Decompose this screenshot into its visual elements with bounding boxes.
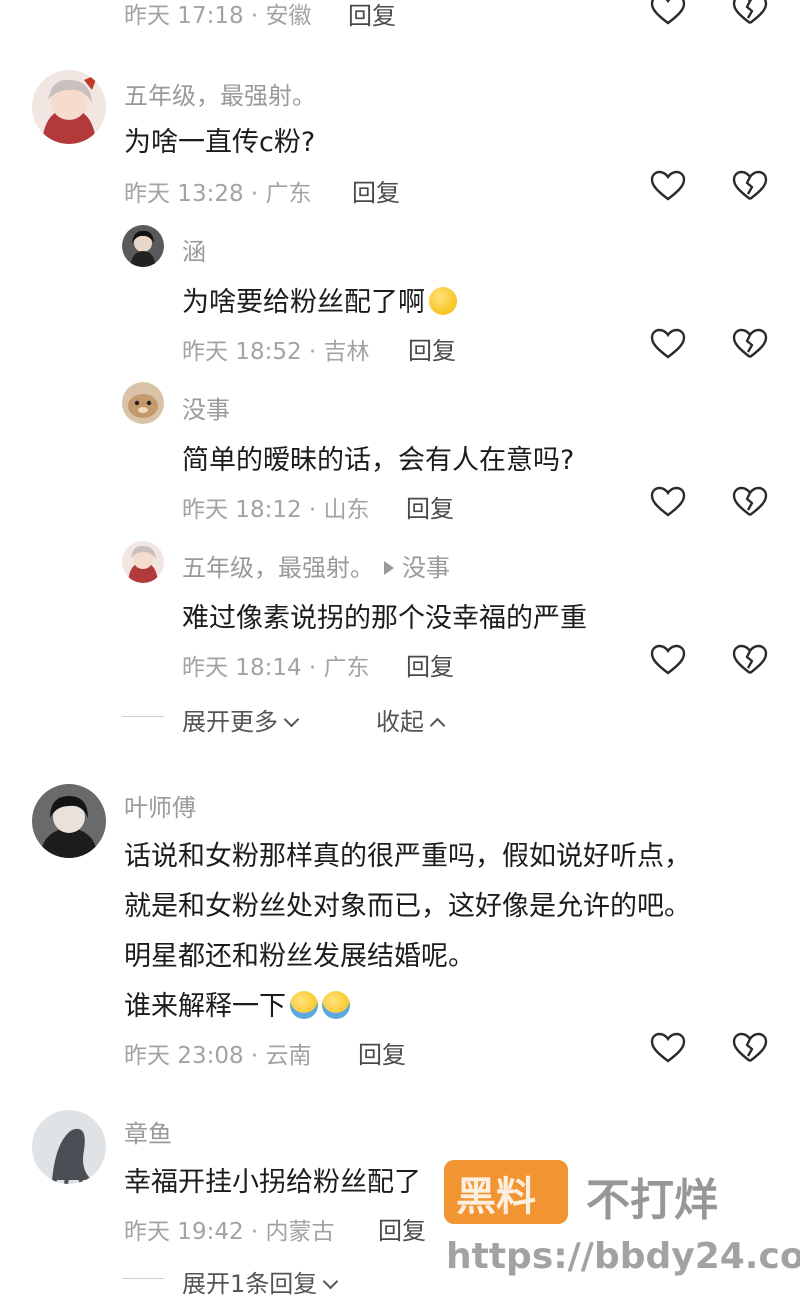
reply-button[interactable]: 回复 (352, 173, 400, 208)
comment-meta: 昨天 17:18 · 安徽 (124, 3, 312, 29)
avatar[interactable] (122, 225, 164, 267)
username[interactable]: 五年级，最强射。 (182, 554, 374, 582)
like-icon[interactable] (650, 170, 686, 202)
reply-button[interactable]: 回复 (358, 1035, 406, 1070)
username[interactable]: 五年级，最强射。 (124, 76, 316, 111)
username[interactable]: 涵 (182, 232, 206, 267)
reply-button[interactable]: 回复 (406, 647, 454, 682)
thinking-face-emoji (429, 287, 457, 315)
comment-text: 简单的暧昧的话，会有人在意吗? (182, 445, 575, 476)
comment-meta: 昨天 18:12 · 山东 (182, 497, 370, 523)
reply-arrow-icon (384, 561, 394, 575)
reply-button[interactable]: 回复 (408, 331, 456, 366)
crying-laughing-emoji (322, 991, 350, 1019)
like-icon[interactable] (650, 644, 686, 676)
expand-replies-button[interactable]: 展开1条回复 (182, 1264, 339, 1299)
reply-to-username[interactable]: 没事 (402, 554, 450, 582)
dislike-icon[interactable] (732, 170, 768, 202)
comment-text: 为啥要给粉丝配了啊 (182, 280, 457, 319)
dislike-icon[interactable] (732, 1032, 768, 1064)
comment-text: 难过像素说拐的那个没幸福的严重 (182, 603, 587, 634)
chevron-down-icon (323, 1273, 339, 1290)
username[interactable]: 没事 (182, 390, 230, 425)
comment-text: 就是和女粉丝处对象而已，这好像是允许的吧。 (124, 891, 691, 922)
comment-meta: 昨天 23:08 · 云南 (124, 1043, 312, 1069)
dislike-icon[interactable] (732, 644, 768, 676)
divider (122, 1278, 164, 1279)
chevron-up-icon (429, 717, 446, 734)
avatar[interactable] (122, 382, 164, 424)
username[interactable]: 叶师傅 (124, 788, 196, 823)
chevron-down-icon (283, 711, 300, 728)
comment-meta: 昨天 19:42 · 内蒙古 (124, 1219, 335, 1245)
reply-button[interactable]: 回复 (348, 0, 396, 31)
watermark-badge-text: 黑料 (456, 1174, 536, 1220)
watermark-text: 不打烊 (586, 1175, 718, 1226)
comment-text: 谁来解释一下 (124, 984, 350, 1023)
comment-meta: 昨天 18:14 · 广东 (182, 655, 370, 681)
avatar[interactable] (32, 1110, 106, 1184)
avatar[interactable] (122, 541, 164, 583)
like-icon[interactable] (650, 0, 686, 26)
collapse-button[interactable]: 收起 (376, 702, 446, 737)
comment-text: 为啥一直传c粉? (124, 127, 316, 158)
username[interactable]: 章鱼 (124, 1114, 172, 1149)
reply-button[interactable]: 回复 (406, 489, 454, 524)
reply-header: 五年级，最强射。 没事 (182, 548, 450, 583)
comment-text: 明星都还和粉丝发展结婚呢。 (124, 941, 475, 972)
like-icon[interactable] (650, 1032, 686, 1064)
dislike-icon[interactable] (732, 328, 768, 360)
comment-text: 幸福开挂小拐给粉丝配了 (124, 1167, 421, 1198)
avatar[interactable] (32, 70, 106, 144)
like-icon[interactable] (650, 486, 686, 518)
dislike-icon[interactable] (732, 0, 768, 26)
reply-button[interactable]: 回复 (378, 1211, 426, 1246)
comment-meta: 昨天 18:52 · 吉林 (182, 339, 370, 365)
crying-laughing-emoji (290, 991, 318, 1019)
comment-text: 话说和女粉那样真的很严重吗，假如说好听点， (124, 841, 691, 872)
watermark-url: https://bbdy24.com (446, 1236, 800, 1277)
comment-meta: 昨天 13:28 · 广东 (124, 181, 312, 207)
divider (122, 716, 164, 717)
like-icon[interactable] (650, 328, 686, 360)
expand-more-button[interactable]: 展开更多 (182, 702, 300, 737)
dislike-icon[interactable] (732, 486, 768, 518)
avatar[interactable] (32, 784, 106, 858)
